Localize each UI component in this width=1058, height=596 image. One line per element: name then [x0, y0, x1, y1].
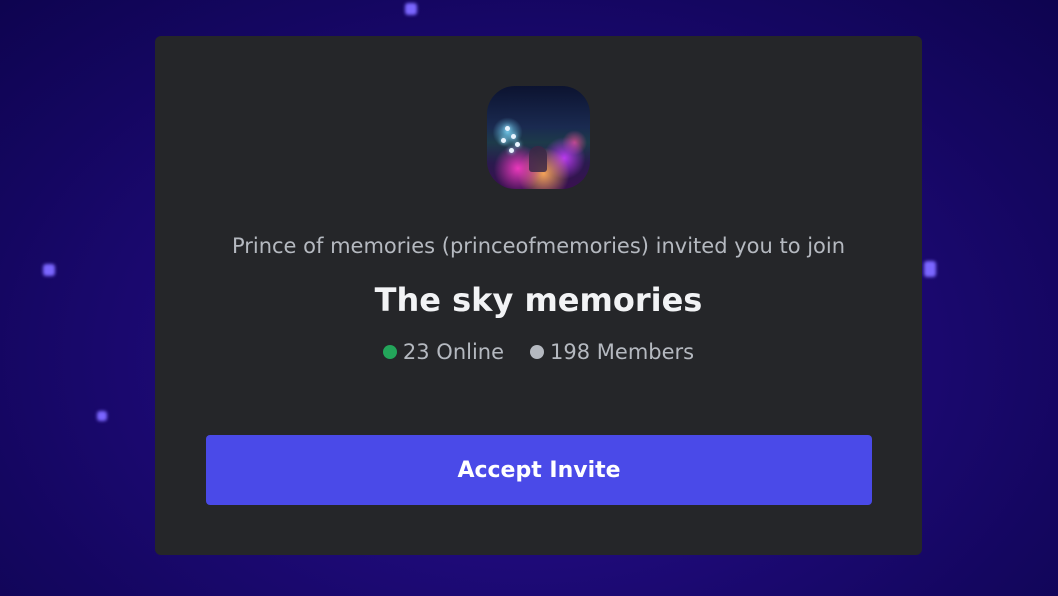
online-count-label: 23 Online: [402, 340, 505, 364]
member-count-label: 198 Members: [550, 340, 695, 364]
online-count: 23 Online: [382, 340, 505, 364]
server-avatar-spark: [509, 148, 514, 153]
member-count: 198 Members: [530, 340, 694, 364]
members-status-icon: [530, 345, 545, 359]
online-status-icon: [382, 345, 397, 359]
background-sparkle: [405, 3, 417, 15]
server-avatar: [487, 86, 590, 189]
server-avatar-figure: [529, 146, 547, 172]
background-sparkle: [43, 264, 55, 276]
inviter-text: Prince of memories (princeofmemories) in…: [231, 234, 846, 258]
server-name: The sky memories: [374, 281, 703, 319]
server-stats: 23 Online 198 Members: [155, 340, 922, 364]
background-sparkle: [924, 261, 936, 277]
server-avatar-spark: [505, 126, 510, 131]
accept-invite-button[interactable]: Accept Invite: [206, 435, 872, 505]
server-avatar-spark: [515, 142, 520, 147]
server-avatar-spark: [511, 134, 516, 139]
background-sparkle: [97, 411, 107, 421]
server-avatar-spark: [501, 138, 506, 143]
invite-card: Prince of memories (princeofmemories) in…: [155, 36, 922, 555]
